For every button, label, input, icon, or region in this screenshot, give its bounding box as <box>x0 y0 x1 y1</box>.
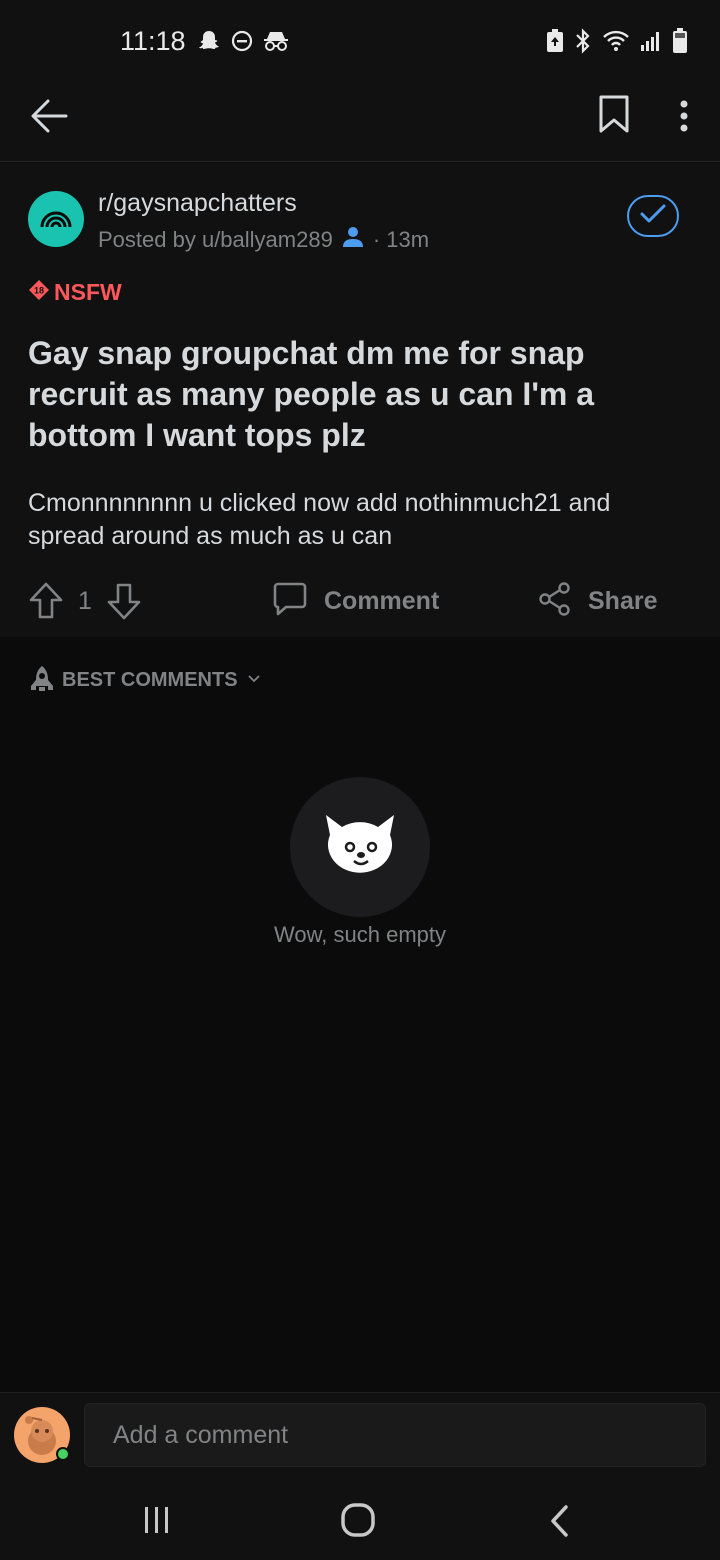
status-right-icons <box>546 28 688 59</box>
system-nav-bar <box>0 1482 720 1560</box>
post-card: r/gaysnapchatters Posted by u/ballyam289… <box>0 163 720 637</box>
sort-label: BEST COMMENTS <box>62 669 238 691</box>
share-button[interactable]: Share <box>538 581 657 622</box>
nsfw-tag: 18 NSFW <box>28 279 122 306</box>
back-arrow-icon <box>28 99 72 142</box>
posted-by[interactable]: Posted by u/ballyam289 <box>98 227 333 253</box>
upvote-button[interactable] <box>28 581 64 626</box>
empty-state-illustration <box>290 777 430 917</box>
app-header <box>0 80 720 162</box>
user-icon <box>341 226 365 254</box>
upvote-arrow-icon <box>28 582 64 625</box>
downvote-button[interactable] <box>106 581 142 626</box>
post-body: Cmonnnnnnnn u clicked now add nothinmuch… <box>28 489 611 550</box>
status-time: 11:18 <box>120 26 186 56</box>
share-icon <box>538 581 572 622</box>
more-options-button[interactable] <box>668 96 700 136</box>
comment-input[interactable] <box>84 1403 706 1467</box>
rocket-icon <box>28 664 56 697</box>
post-time: · 13m <box>372 227 430 252</box>
comment-bubble-icon <box>272 581 308 622</box>
snoo-cat-icon <box>320 805 400 890</box>
comment-bar <box>0 1392 720 1482</box>
bluetooth-icon <box>574 28 592 59</box>
save-button[interactable] <box>596 94 632 134</box>
recents-icon <box>142 1507 172 1540</box>
comment-label: Comment <box>324 587 440 615</box>
vote-count: 1 <box>78 587 92 615</box>
rainbow-icon <box>38 205 74 234</box>
svg-text:18: 18 <box>34 286 44 296</box>
chevron-down-icon <box>244 668 264 693</box>
battery-icon <box>672 28 688 59</box>
signal-icon <box>640 29 662 58</box>
incognito-icon <box>262 29 290 58</box>
post-actions: 1 Comment Share <box>0 573 720 633</box>
post-meta: Posted by u/ballyam289 · 13m <box>98 226 429 254</box>
share-label: Share <box>588 587 658 615</box>
do-not-disturb-icon <box>230 29 254 58</box>
comment-button[interactable]: Comment <box>272 581 439 622</box>
nsfw-label: NSFW <box>54 279 122 305</box>
empty-state-text: Wow, such empty <box>274 922 446 947</box>
home-button[interactable] <box>340 1502 376 1543</box>
nav-back-button[interactable] <box>548 1504 572 1543</box>
downvote-arrow-icon <box>106 583 142 625</box>
status-bar: 11:18 <box>0 0 720 80</box>
nsfw-18-icon: 18 <box>28 279 50 306</box>
online-status-dot <box>56 1447 70 1461</box>
home-icon <box>340 1503 376 1542</box>
status-left-icons <box>196 28 290 59</box>
chevron-left-icon <box>548 1505 572 1542</box>
snapchat-icon <box>196 28 222 59</box>
back-button[interactable] <box>28 94 72 138</box>
battery-saver-icon <box>546 29 564 58</box>
subreddit-name[interactable]: r/gaysnapchatters <box>98 189 297 218</box>
recents-button[interactable] <box>142 1504 172 1541</box>
bookmark-icon <box>596 95 632 138</box>
joined-button[interactable] <box>627 195 679 237</box>
comment-sort-button[interactable]: BEST COMMENTS <box>28 664 264 697</box>
post-title: Gay snap groupchat dm me for snap recrui… <box>28 335 595 453</box>
wifi-icon <box>602 29 630 58</box>
subreddit-avatar[interactable] <box>28 191 84 247</box>
checkmark-icon <box>639 203 667 230</box>
more-vertical-icon <box>668 100 700 140</box>
